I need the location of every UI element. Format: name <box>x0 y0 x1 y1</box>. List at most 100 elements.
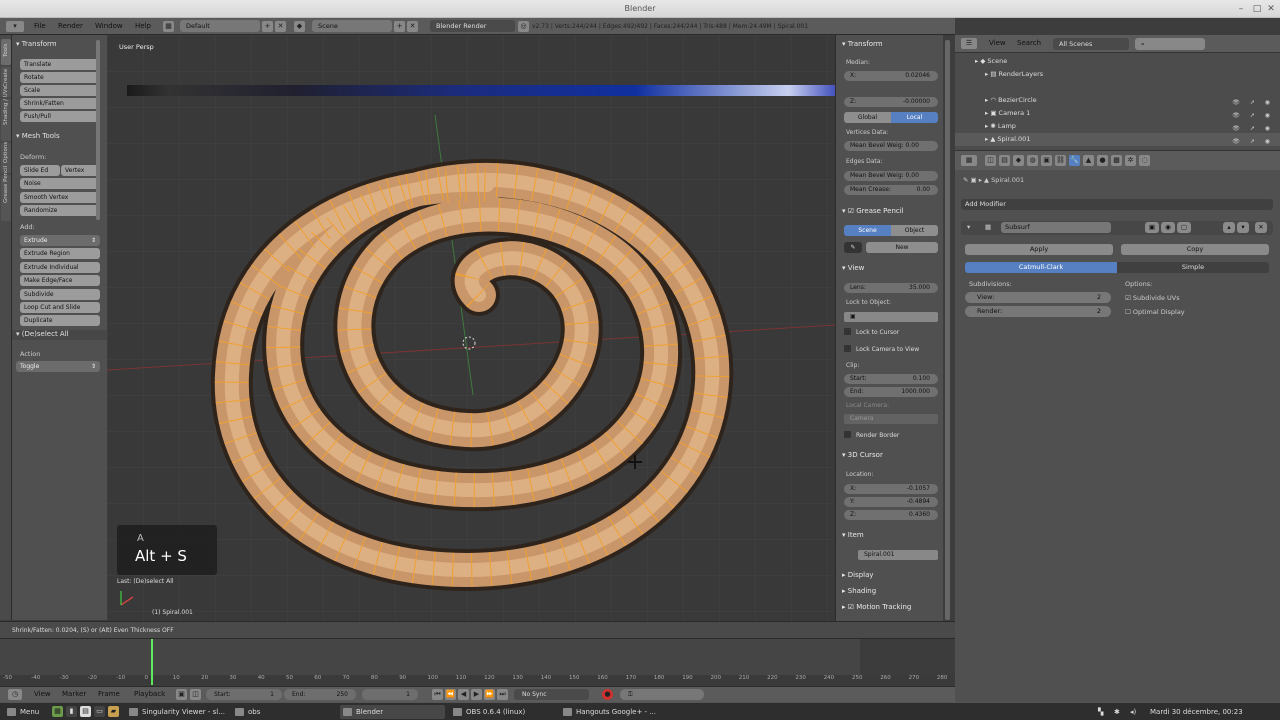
gp-scene-toggle[interactable]: Scene <box>844 225 891 236</box>
constraints-tab-icon[interactable]: ⛓ <box>1055 155 1066 166</box>
task-singularity-viewer[interactable]: Singularity Viewer - sl... <box>126 705 228 719</box>
world-tab-icon[interactable]: ◍ <box>1027 155 1038 166</box>
subdivisions-view-field[interactable]: View: 2 <box>965 292 1111 303</box>
outliner-row-renderlayers[interactable]: ▸ ▤ RenderLayers <box>955 68 1280 81</box>
timeline-ruler[interactable]: -50 -40 -30 -20 -10 0 10 20 30 40 50 60 70 80 90 100 110… <box>0 675 955 685</box>
local-camera-field[interactable]: Camera <box>844 414 938 424</box>
current-frame-marker[interactable] <box>150 639 153 685</box>
add-screen-icon[interactable]: + <box>262 21 273 32</box>
loop-cut-slide-button[interactable]: Loop Cut and Slide <box>20 302 100 313</box>
subdivide-uvs-checkbox[interactable]: ☑ Subdivide UVs <box>1125 294 1180 302</box>
task-obs-app[interactable]: OBS 0.6.4 (linux) <box>450 705 555 719</box>
lock-range-icon[interactable]: ◫ <box>190 689 201 700</box>
mesh-tools-panel-header[interactable]: ▾ Mesh Tools <box>16 132 60 140</box>
grease-pencil-header[interactable]: ▾ ☑ Grease Pencil <box>842 207 904 215</box>
duplicate-button[interactable]: Duplicate <box>20 315 100 326</box>
play-reverse-icon[interactable]: ◀ <box>458 689 469 700</box>
visibility-icons[interactable]: 👁 ➚ ◉ <box>1232 135 1274 148</box>
action-dropdown[interactable]: Toggle ⇕ <box>16 361 100 372</box>
modifiers-tab-icon[interactable]: 🔧 <box>1069 155 1080 166</box>
outliner-row-camera[interactable]: ▸ ▣ Camera 1 👁 ➚ ◉ <box>955 107 1280 120</box>
add-scene-icon[interactable]: + <box>394 21 405 32</box>
median-x-field[interactable]: X: 0.02046 <box>844 71 938 81</box>
close-icon[interactable]: ✕ <box>1266 4 1276 14</box>
volume-icon[interactable]: ◂) <box>1130 705 1136 719</box>
outliner-search-menu[interactable]: Search <box>1017 37 1041 50</box>
3d-viewport[interactable]: User Persp A Alt + S Last: (De)select Al… <box>107 35 835 621</box>
copy-button[interactable]: Copy <box>1121 244 1269 255</box>
tab-shading-uvs[interactable]: Shading / UVs <box>1 87 11 141</box>
mean-bevel-weight-edge-field[interactable]: Mean Bevel Weig: 0.00 <box>844 171 938 181</box>
translate-button[interactable]: Translate <box>20 59 100 70</box>
timeline-start-field[interactable]: Start: 1 <box>206 689 282 700</box>
timeline-playback-menu[interactable]: Playback <box>134 688 165 701</box>
tab-tools[interactable]: Tools <box>1 39 11 65</box>
outliner-search-input[interactable]: ⌕ <box>1135 38 1205 50</box>
local-toggle[interactable]: Local <box>891 112 938 123</box>
subdivisions-render-field[interactable]: Render: 2 <box>965 306 1111 317</box>
jump-keyframe-forward-icon[interactable]: ⏩ <box>484 689 495 700</box>
physics-tab-icon[interactable]: ◌ <box>1139 155 1150 166</box>
menu-file[interactable]: File <box>34 20 46 33</box>
menu-render[interactable]: Render <box>58 20 83 33</box>
task-obs-folder[interactable]: obs <box>232 705 334 719</box>
noise-button[interactable]: Noise <box>20 178 100 189</box>
cursor-y-field[interactable]: Y: -0.4894 <box>844 497 938 507</box>
jump-end-icon[interactable]: ⏭ <box>497 689 508 700</box>
render-toggle-icon[interactable]: ◉ <box>1161 222 1175 233</box>
make-edge-face-button[interactable]: Make Edge/Face <box>20 275 100 286</box>
remove-scene-icon[interactable]: ✕ <box>407 21 418 32</box>
task-hangouts[interactable]: Hangouts Google+ - ... <box>560 705 660 719</box>
motion-tracking-header[interactable]: ▸ ☑ Motion Tracking <box>842 603 911 611</box>
scene-field[interactable]: Scene <box>312 20 392 32</box>
text-editor-launcher-icon[interactable]: ▤ <box>80 706 91 717</box>
display-header[interactable]: ▸ Display <box>842 571 874 579</box>
3d-cursor-header[interactable]: ▾ 3D Cursor <box>842 451 883 459</box>
render-engine-dropdown[interactable]: Blender Render <box>430 20 515 32</box>
gp-new-button[interactable]: New <box>866 242 938 253</box>
record-icon[interactable]: ● <box>602 689 613 700</box>
remove-modifier-icon[interactable]: ✕ <box>1255 222 1267 233</box>
tool-shelf-scrollbar[interactable] <box>96 40 100 220</box>
monitor-launcher-icon[interactable]: ▭ <box>94 706 105 717</box>
outliner-row-spiral[interactable]: ▸ ▲ Spiral.001 👁 ➚ ◉ <box>955 133 1280 146</box>
network-icon[interactable]: ▚ <box>1098 705 1103 719</box>
bluetooth-icon[interactable]: ✱ <box>1114 705 1120 719</box>
object-tab-icon[interactable]: ▣ <box>1041 155 1052 166</box>
shading-header[interactable]: ▸ Shading <box>842 587 876 595</box>
keying-set-field[interactable]: ⚿ <box>620 689 704 700</box>
slide-vertex-button[interactable]: Vertex <box>61 165 100 176</box>
extrude-individual-button[interactable]: Extrude Individual <box>20 262 100 273</box>
randomize-button[interactable]: Randomize <box>20 205 100 216</box>
render-tab-icon[interactable]: ◫ <box>985 155 996 166</box>
item-header[interactable]: ▾ Item <box>842 531 864 539</box>
particles-tab-icon[interactable]: ✲ <box>1125 155 1136 166</box>
apply-button[interactable]: Apply <box>965 244 1113 255</box>
tab-grease-pencil[interactable]: Grease Pencil <box>1 166 11 221</box>
render-layers-tab-icon[interactable]: ▤ <box>999 155 1010 166</box>
push-pull-button[interactable]: Push/Pull <box>20 111 100 122</box>
rotate-button[interactable]: Rotate <box>20 72 100 83</box>
shrink-fatten-button[interactable]: Shrink/Fatten <box>20 98 100 109</box>
minimize-icon[interactable]: – <box>1236 4 1246 14</box>
simple-toggle[interactable]: Simple <box>1117 262 1269 273</box>
play-icon[interactable]: ▶ <box>471 689 482 700</box>
extrude-dropdown[interactable]: Extrude ⇕ <box>20 235 100 246</box>
item-name-field[interactable]: Spiral.001 <box>858 550 938 560</box>
lock-object-field[interactable]: ▣ <box>844 312 938 322</box>
scene-icon[interactable]: ◆ <box>294 21 305 32</box>
maximize-icon[interactable]: □ <box>1252 4 1262 14</box>
smooth-vertex-button[interactable]: Smooth Vertex <box>20 192 100 203</box>
slide-edge-button[interactable]: Slide Ed <box>20 165 60 176</box>
remove-screen-icon[interactable]: ✕ <box>275 21 286 32</box>
outliner-editor-icon[interactable]: ☰ <box>961 38 977 49</box>
transform-panel-header[interactable]: ▾ Transform <box>16 40 57 48</box>
outliner-filter-dropdown[interactable]: All Scenes <box>1053 38 1129 50</box>
current-frame-field[interactable]: 1 <box>362 689 418 700</box>
clip-end-field[interactable]: End: 1000.000 <box>844 387 938 397</box>
timeline-marker-menu[interactable]: Marker <box>62 688 86 701</box>
render-border-checkbox[interactable]: Render Border <box>844 431 899 439</box>
timeline-frame-menu[interactable]: Frame <box>98 688 120 701</box>
terminal-launcher-icon[interactable]: ▮ <box>66 706 77 717</box>
clip-start-field[interactable]: Start: 0.100 <box>844 374 938 384</box>
